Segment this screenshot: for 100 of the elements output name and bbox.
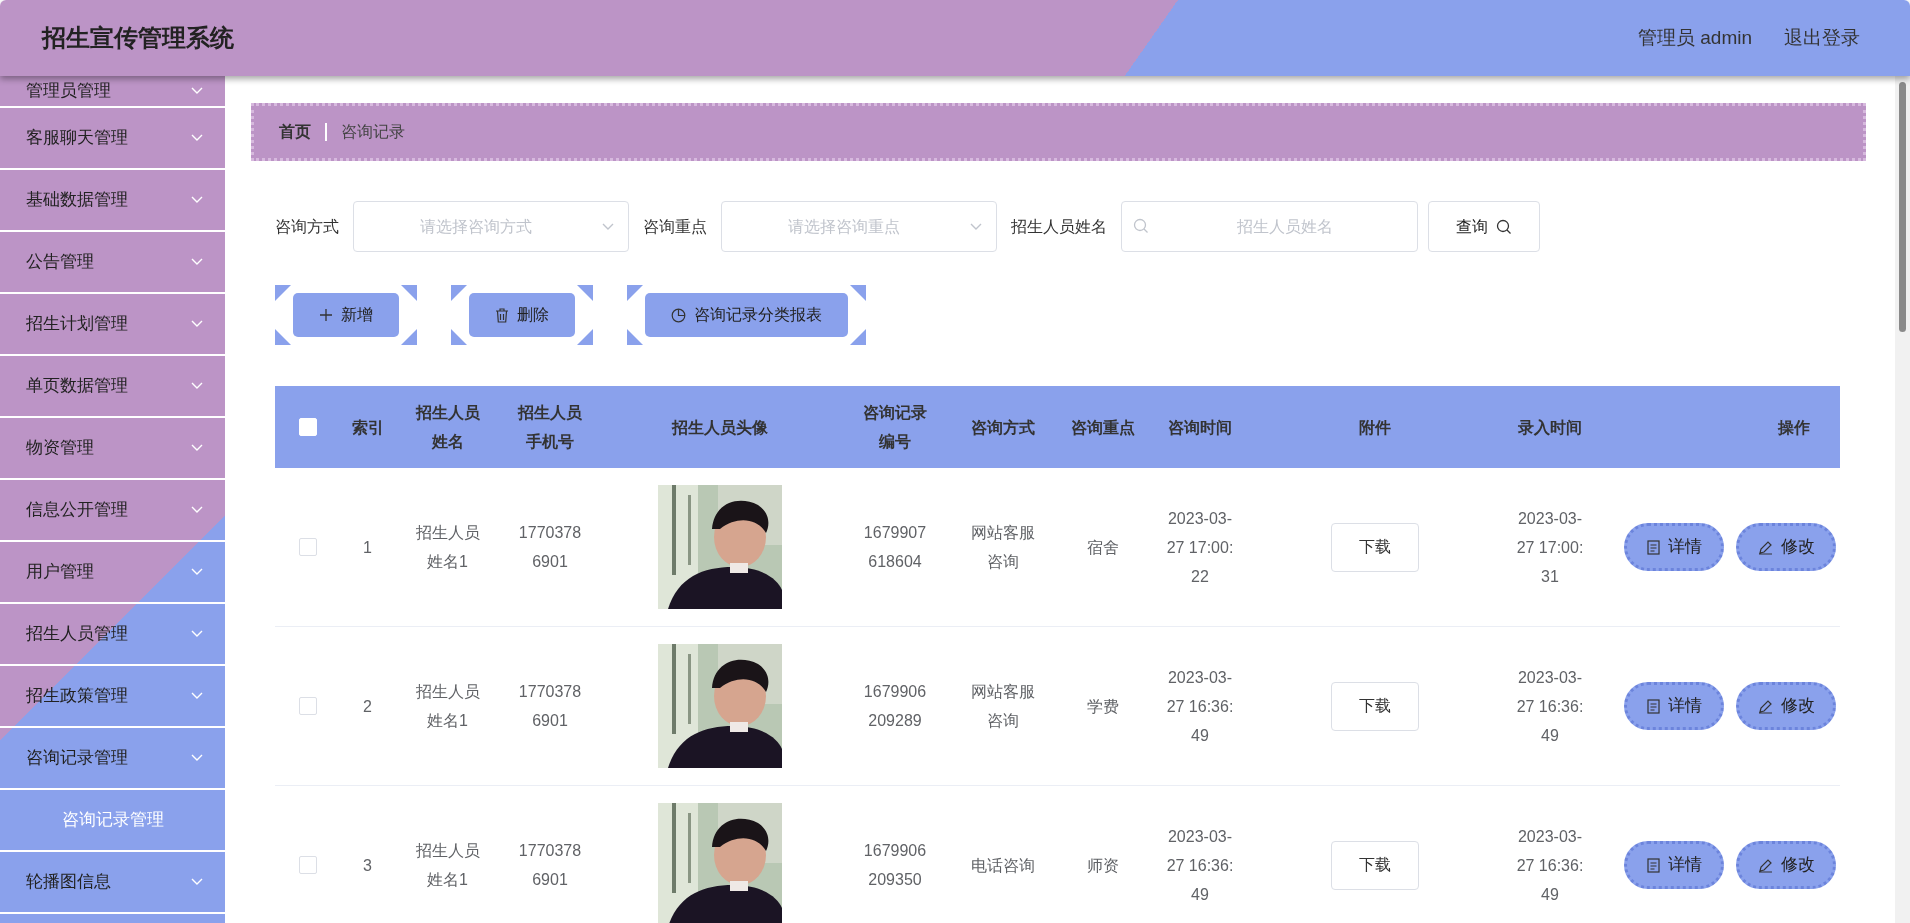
column-header: 操作 [1778,417,1810,438]
filter-label: 咨询方式 [275,216,339,237]
query-button[interactable]: 查询 [1428,201,1540,252]
sidebar-item[interactable]: 物资管理 [0,418,225,480]
logout-link[interactable]: 退出登录 [1784,23,1860,53]
column-header: 咨询记录编号 [862,403,928,452]
document-icon [1646,539,1660,555]
chevron-down-icon [602,222,614,231]
search-icon [1133,218,1149,234]
edit-button[interactable]: 修改 [1736,682,1836,730]
table-cell-text: 招生人员姓名1 [414,841,481,890]
sidebar-item[interactable]: 客服聊天管理 [0,108,225,170]
user-label: 管理员 admin [1637,25,1752,50]
chevron-down-icon [191,134,203,142]
breadcrumb-link[interactable]: 首页 [279,120,311,144]
sidebar-item[interactable]: 管理员管理 [0,76,225,108]
table-cell-text: 2023-03-27 16:36:49 [1165,667,1235,746]
chevron-down-icon [191,444,203,452]
action-button[interactable]: 新增 [293,293,399,337]
table-cell-text: 17703786901 [517,682,583,731]
table-cell-text: 网站客服咨询 [969,682,1036,731]
chevron-down-icon [191,568,203,576]
column-header: 索引 [351,417,384,438]
plus-icon [319,308,333,322]
table-cell-text: 学费 [1086,696,1119,717]
download-button[interactable]: 下载 [1331,681,1419,731]
table-cell-text: 17703786901 [517,523,583,572]
table-cell-text: 招生人员姓名1 [414,682,481,731]
pencil-icon [1757,857,1773,873]
table-cell-text: 宿舍 [1086,537,1119,558]
action-button[interactable]: 删除 [469,293,575,337]
table-cell-text: 1679906209289 [862,682,928,731]
chevron-down-icon [191,258,203,266]
chevron-down-icon [191,506,203,514]
search-icon [1496,218,1512,235]
sidebar-item[interactable]: 公告管理 [0,232,225,294]
column-header: 附件 [1359,417,1391,438]
document-icon [1646,857,1660,873]
details-button[interactable]: 详情 [1624,841,1724,889]
table-cell-text: 2023-03-27 16:36:49 [1515,826,1585,905]
document-icon [1646,698,1660,714]
table-cell-text: 1 [363,537,372,558]
table-cell-text: 2 [363,696,372,717]
column-header: 咨询时间 [1168,417,1232,438]
chevron-down-icon [191,87,203,95]
column-header: 咨询重点 [1070,417,1135,438]
sidebar-item[interactable]: 单页数据管理 [0,356,225,418]
sidebar-item[interactable]: 信息公开管理 [0,480,225,542]
chevron-down-icon [191,196,203,204]
details-button[interactable]: 详情 [1624,523,1724,571]
sidebar-item[interactable]: 基础数据管理 [0,170,225,232]
chevron-down-icon [191,878,203,886]
pie-chart-icon [671,307,686,323]
table-cell-text: 2023-03-27 17:00:31 [1515,508,1585,587]
row-checkbox[interactable] [298,697,317,715]
app-title: 招生宣传管理系统 [42,23,234,53]
table-cell-text: 师资 [1086,855,1119,876]
breadcrumb-link[interactable]: 咨询记录 [341,120,405,144]
edit-button[interactable]: 修改 [1736,841,1836,889]
download-button[interactable]: 下载 [1331,522,1419,572]
scrollbar[interactable] [1895,76,1910,923]
chevron-down-icon [191,320,203,328]
sidebar-item[interactable]: 招生人员管理 [0,604,225,666]
table-cell-text: 1679907618604 [862,523,928,572]
sidebar-item[interactable]: 用户管理 [0,542,225,604]
select-all-checkbox[interactable] [298,418,317,436]
edit-button[interactable]: 修改 [1736,523,1836,571]
action-button[interactable]: 咨询记录分类报表 [645,293,848,337]
table-cell-text: 2023-03-27 16:36:49 [1165,826,1235,905]
filter-label: 招生人员姓名 [1011,216,1107,237]
sidebar-item[interactable]: 轮播图信息 [0,852,225,914]
sidebar-item[interactable]: 招生政策管理 [0,666,225,728]
download-button[interactable]: 下载 [1331,840,1419,890]
chevron-down-icon [191,382,203,390]
column-header: 录入时间 [1518,417,1582,438]
table-cell-text: 17703786901 [517,841,583,890]
column-header: 咨询方式 [970,417,1035,438]
filter-label: 咨询重点 [643,216,707,237]
table-cell-text: 1679906209350 [862,841,928,890]
column-header: 招生人员姓名 [414,403,481,452]
table-cell-text: 2023-03-27 16:36:49 [1515,667,1585,746]
table-cell-text: 网站客服咨询 [969,523,1036,572]
details-button[interactable]: 详情 [1624,682,1724,730]
pencil-icon [1757,698,1773,714]
chevron-down-icon [191,630,203,638]
chevron-down-icon [970,222,982,231]
table-cell-text: 2023-03-27 17:00:22 [1165,508,1235,587]
row-checkbox[interactable] [298,538,317,556]
row-checkbox[interactable] [298,856,317,874]
table-cell-text: 招生人员姓名1 [414,523,481,572]
column-header: 招生人员手机号 [516,403,583,452]
pencil-icon [1757,539,1773,555]
search-field[interactable]: 招生人员姓名 [1121,201,1418,252]
table-cell-text: 3 [363,855,372,876]
chevron-down-icon [191,754,203,762]
sidebar-item[interactable]: 招生计划管理 [0,294,225,356]
column-header: 招生人员头像 [672,417,768,438]
chevron-down-icon [191,692,203,700]
table-cell-text: 电话咨询 [970,855,1035,876]
trash-icon [495,307,509,323]
